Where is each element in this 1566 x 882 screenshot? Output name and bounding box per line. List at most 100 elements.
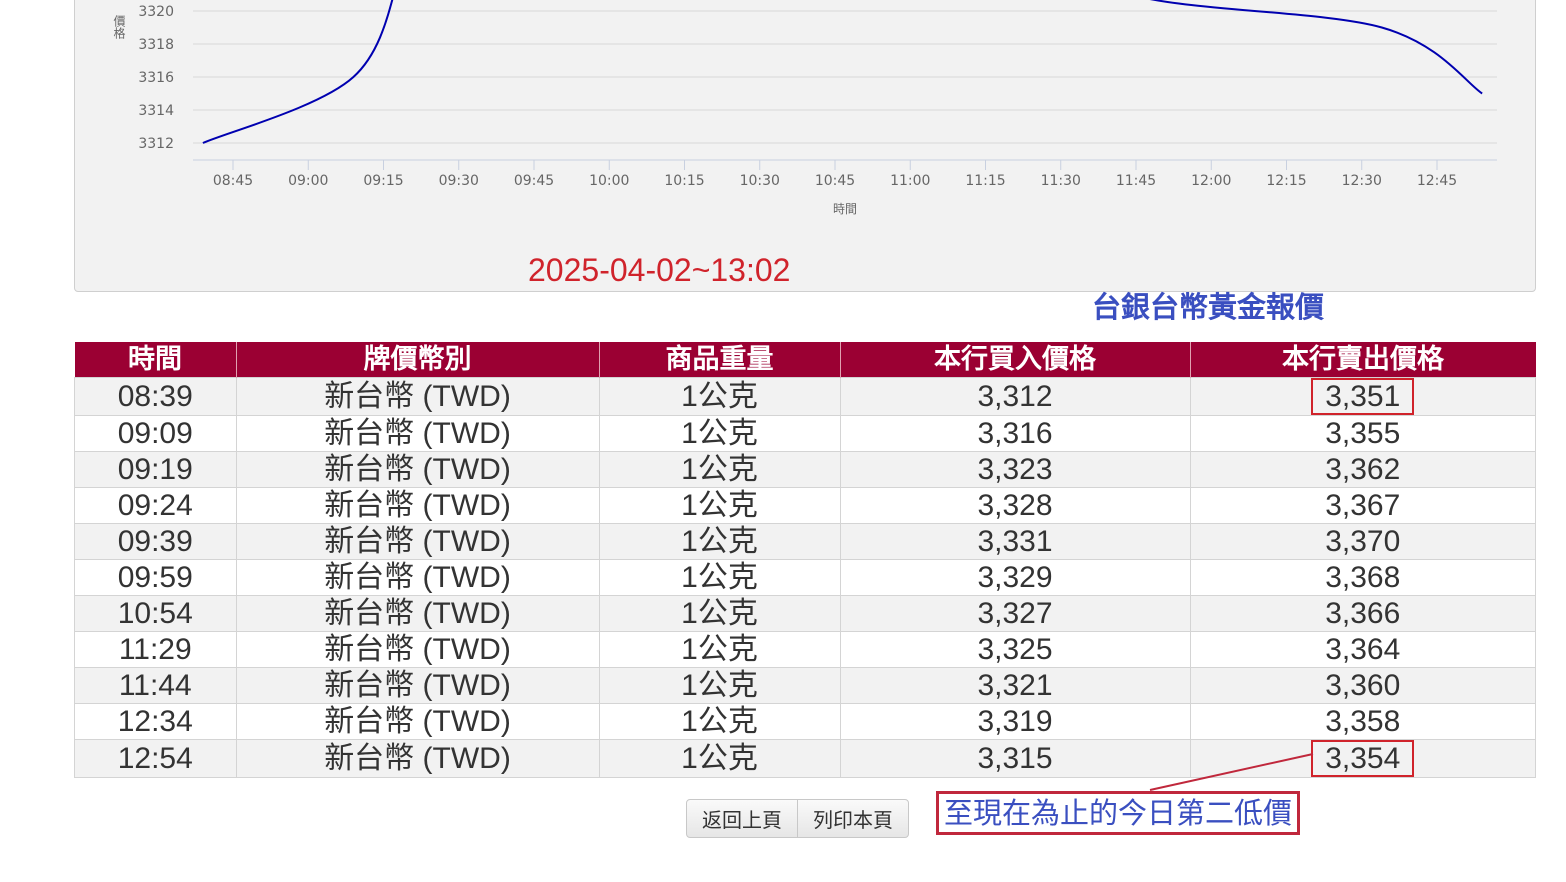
header-weight: 商品重量 bbox=[598, 342, 840, 378]
weight-value: 1公克 bbox=[681, 633, 758, 666]
currency-value: 新台幣 (TWD) bbox=[324, 669, 511, 702]
sell-price-value: 3,354 bbox=[1311, 740, 1415, 777]
cell-time: 08:39 bbox=[74, 377, 237, 416]
buy-price-value: 3,312 bbox=[977, 380, 1053, 413]
currency-value: 新台幣 (TWD) bbox=[324, 597, 511, 630]
cell-currency: 新台幣 (TWD) bbox=[235, 595, 600, 632]
price-chart: 3312 3314 3316 3318 3320 08:45 09:00 09:15 09:30… bbox=[74, 0, 1536, 292]
cell-currency: 新台幣 (TWD) bbox=[235, 451, 600, 488]
cell-currency: 新台幣 (TWD) bbox=[235, 703, 600, 740]
weight-value: 1公克 bbox=[681, 705, 758, 738]
cell-currency: 新台幣 (TWD) bbox=[235, 523, 600, 560]
currency-value: 新台幣 (TWD) bbox=[324, 705, 511, 738]
x-tick-label: 09:45 bbox=[514, 173, 554, 189]
x-tick-label: 09:15 bbox=[363, 173, 403, 189]
cell-time: 09:09 bbox=[74, 415, 237, 452]
chart-svg: 3312 3314 3316 3318 3320 08:45 09:00 09:15 09:30… bbox=[112, 0, 1497, 216]
time-value: 09:09 bbox=[117, 417, 193, 450]
buy-price-value: 3,328 bbox=[977, 489, 1053, 522]
x-tick-label: 10:30 bbox=[740, 173, 780, 189]
table-row: 12:34 新台幣 (TWD) 1公克 3,319 3,358 bbox=[74, 703, 1536, 740]
sell-price-value: 3,364 bbox=[1325, 633, 1401, 666]
cell-currency: 新台幣 (TWD) bbox=[235, 631, 600, 668]
back-button[interactable]: 返回上頁 bbox=[687, 800, 797, 837]
cell-buy-price: 3,323 bbox=[839, 451, 1191, 488]
cell-currency: 新台幣 (TWD) bbox=[235, 487, 600, 524]
table-row: 09:59 新台幣 (TWD) 1公克 3,329 3,368 bbox=[74, 559, 1536, 596]
table-row: 10:54 新台幣 (TWD) 1公克 3,327 3,366 bbox=[74, 595, 1536, 632]
x-tick-label: 09:00 bbox=[288, 173, 328, 189]
cell-sell-price: 3,364 bbox=[1189, 631, 1536, 668]
cell-sell-price: 3,358 bbox=[1189, 703, 1536, 740]
annotation-note: 至現在為止的今日第二低價 bbox=[936, 791, 1301, 835]
cell-time: 09:19 bbox=[74, 451, 237, 488]
header-currency: 牌價幣別 bbox=[235, 342, 599, 378]
cell-buy-price: 3,321 bbox=[839, 667, 1191, 704]
table-header-row: 時間 牌價幣別 商品重量 本行買入價格 本行賣出價格 bbox=[74, 342, 1536, 378]
y-tick-label: 3312 bbox=[138, 136, 174, 152]
table-row: 09:09 新台幣 (TWD) 1公克 3,316 3,355 bbox=[74, 415, 1536, 452]
price-table: 時間 牌價幣別 商品重量 本行買入價格 本行賣出價格 08:39 新台幣 (TWD… bbox=[74, 342, 1536, 778]
time-value: 09:19 bbox=[117, 453, 193, 486]
cell-currency: 新台幣 (TWD) bbox=[235, 739, 600, 778]
print-button[interactable]: 列印本頁 bbox=[797, 800, 908, 837]
series-line-buy-price bbox=[202, 0, 1483, 144]
button-group: 返回上頁 列印本頁 bbox=[686, 799, 909, 838]
cell-buy-price: 3,327 bbox=[839, 595, 1191, 632]
weight-value: 1公克 bbox=[681, 417, 758, 450]
weight-value: 1公克 bbox=[681, 453, 758, 486]
table-row: 12:54 新台幣 (TWD) 1公克 3,315 3,354 bbox=[74, 739, 1536, 778]
sell-price-value: 3,360 bbox=[1325, 669, 1401, 702]
buy-price-value: 3,327 bbox=[977, 597, 1053, 630]
cell-weight: 1公克 bbox=[598, 415, 841, 452]
cell-buy-price: 3,325 bbox=[839, 631, 1191, 668]
time-value: 09:59 bbox=[117, 561, 193, 594]
cell-time: 09:24 bbox=[74, 487, 237, 524]
cell-weight: 1公克 bbox=[598, 667, 841, 704]
cell-weight: 1公克 bbox=[598, 451, 841, 488]
time-value: 08:39 bbox=[117, 380, 193, 413]
cell-time: 10:54 bbox=[74, 595, 237, 632]
time-value: 09:39 bbox=[117, 525, 193, 558]
sell-price-value: 3,366 bbox=[1325, 597, 1401, 630]
x-axis-title: 時間 bbox=[833, 202, 857, 216]
x-tick-label: 12:30 bbox=[1342, 173, 1382, 189]
x-tick-label: 09:30 bbox=[439, 173, 479, 189]
y-axis-title: 價格 bbox=[112, 15, 126, 39]
sell-price-value: 3,370 bbox=[1325, 525, 1401, 558]
buy-price-value: 3,325 bbox=[977, 633, 1053, 666]
sell-price-value: 3,367 bbox=[1325, 489, 1401, 522]
x-tick-label: 08:45 bbox=[213, 173, 253, 189]
cell-time: 09:59 bbox=[74, 559, 237, 596]
cell-sell-price: 3,367 bbox=[1189, 487, 1536, 524]
buy-price-value: 3,331 bbox=[977, 525, 1053, 558]
cell-sell-price: 3,368 bbox=[1189, 559, 1536, 596]
buy-price-value: 3,323 bbox=[977, 453, 1053, 486]
currency-value: 新台幣 (TWD) bbox=[324, 417, 511, 450]
currency-value: 新台幣 (TWD) bbox=[324, 380, 511, 413]
sell-price-value: 3,362 bbox=[1325, 453, 1401, 486]
currency-value: 新台幣 (TWD) bbox=[324, 742, 511, 775]
buy-price-value: 3,315 bbox=[977, 742, 1053, 775]
y-tick-label: 3318 bbox=[138, 37, 174, 53]
y-tick-label: 3316 bbox=[138, 70, 174, 86]
currency-value: 新台幣 (TWD) bbox=[324, 525, 511, 558]
x-tick-label: 10:45 bbox=[815, 173, 855, 189]
x-tick-label: 11:45 bbox=[1116, 173, 1156, 189]
table-row: 09:24 新台幣 (TWD) 1公克 3,328 3,367 bbox=[74, 487, 1536, 524]
y-tick-label: 3314 bbox=[138, 103, 174, 119]
cell-buy-price: 3,315 bbox=[839, 739, 1191, 778]
x-tick-label: 11:15 bbox=[965, 173, 1005, 189]
time-value: 10:54 bbox=[117, 597, 193, 630]
time-value: 11:29 bbox=[118, 633, 192, 666]
cell-buy-price: 3,331 bbox=[839, 523, 1191, 560]
time-value: 11:44 bbox=[118, 669, 192, 702]
cell-sell-price: 3,351 bbox=[1189, 377, 1536, 416]
cell-buy-price: 3,328 bbox=[839, 487, 1191, 524]
cell-weight: 1公克 bbox=[598, 377, 841, 416]
x-tick-label: 10:15 bbox=[664, 173, 704, 189]
x-tick-label: 11:30 bbox=[1041, 173, 1081, 189]
cell-weight: 1公克 bbox=[598, 595, 841, 632]
cell-time: 09:39 bbox=[74, 523, 237, 560]
sell-price-value: 3,355 bbox=[1325, 417, 1401, 450]
